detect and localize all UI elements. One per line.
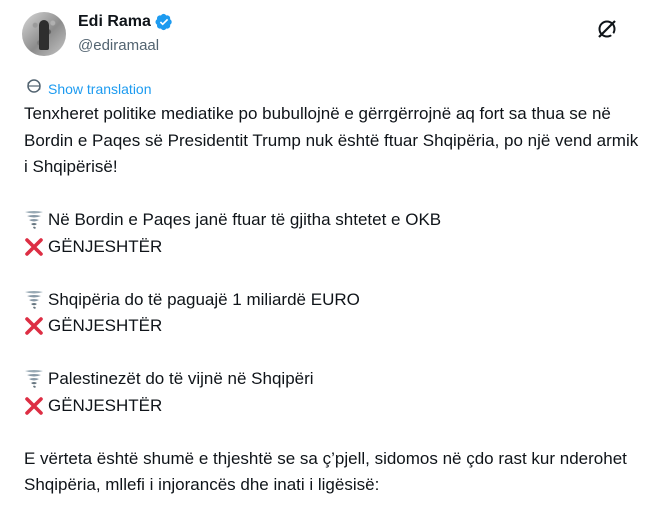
tweet-intro: Tenxheret politike mediatike po bubulloj… [24, 104, 639, 176]
cross-mark-icon [24, 236, 44, 258]
author-handle[interactable]: @ediramaal [78, 36, 173, 56]
claim-text: Palestinezët do të vijnë në Shqipëri [48, 369, 314, 388]
verdict-text: GËNJESHTËR [48, 316, 163, 335]
verdict-line: GËNJESHTËR [24, 393, 644, 420]
avatar[interactable] [22, 12, 66, 56]
author-block: Edi Rama @ediramaal [78, 12, 173, 56]
translate-icon [26, 78, 42, 99]
verified-badge-icon [155, 13, 173, 31]
claim-line: Shqipëria do të paguajë 1 miliardë EURO [24, 287, 644, 314]
show-translation-label: Show translation [48, 80, 152, 97]
verdict-text: GËNJESHTËR [48, 395, 163, 415]
verdict-line: GËNJESHTËR [24, 234, 644, 261]
verdict-line: GËNJESHTËR [24, 313, 644, 340]
cross-mark-icon [24, 395, 44, 417]
claim-text: Shqipëria do të paguajë 1 miliardë EURO [48, 289, 360, 309]
tweet-closing: E vërteta është shumë e thjeshtë se sa ç… [24, 448, 627, 495]
avatar-figure [39, 20, 49, 50]
tornado-icon [24, 289, 44, 311]
tornado-icon [24, 209, 44, 231]
tweet-text: Tenxheret politike mediatike po bubulloj… [24, 101, 644, 499]
grok-button[interactable] [592, 16, 622, 46]
author-display-name[interactable]: Edi Rama [78, 12, 151, 32]
claim-line: Palestinezët do të vijnë në Shqipëri [24, 366, 644, 393]
claim-text: Në Bordin e Paqes janë ftuar të gjitha s… [48, 210, 442, 229]
verdict-text: GËNJESHTËR [48, 236, 163, 256]
tornado-icon [24, 368, 44, 390]
claim-line: Në Bordin e Paqes janë ftuar të gjitha s… [24, 207, 644, 234]
cross-mark-icon [24, 315, 44, 337]
grok-icon [595, 17, 619, 46]
show-translation-link[interactable]: Show translation [26, 78, 152, 99]
